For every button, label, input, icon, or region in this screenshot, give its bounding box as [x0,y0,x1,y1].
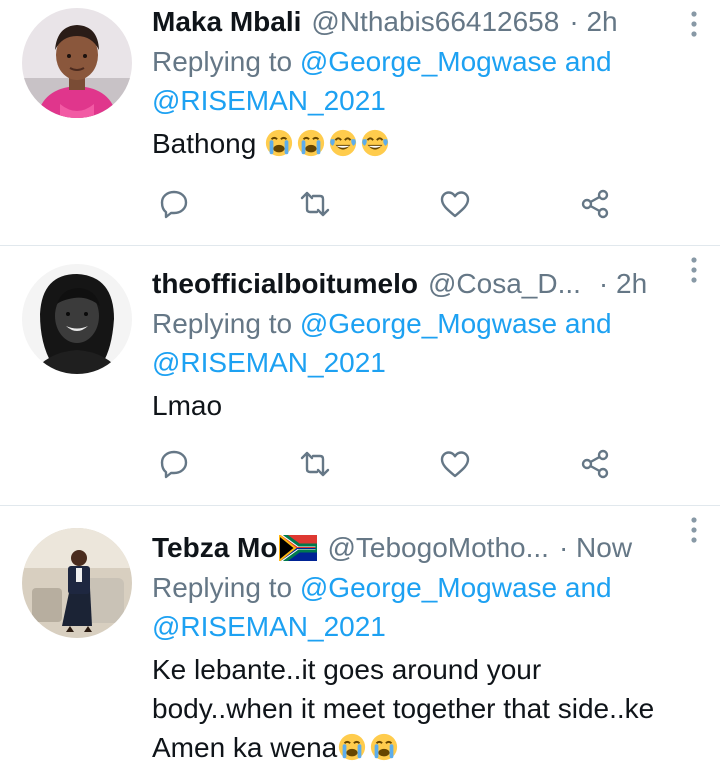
avatar-image [22,528,132,638]
mention-link[interactable]: @George_Mogwase [300,308,557,339]
tweet-text: Lmao [152,386,700,425]
reply-button[interactable] [154,184,194,224]
mention-link[interactable]: @George_Mogwase [300,572,557,603]
avatar[interactable] [22,8,132,118]
share-icon [579,448,611,480]
mention-link[interactable]: @RISEMAN_2021 [152,347,386,378]
tweet[interactable]: Maka Mbali @Nthabis66412658 · 2h Replyin… [0,0,720,246]
like-icon [439,188,471,220]
user-handle[interactable]: @Cosa_D... [428,268,581,300]
tweet-content: Maka Mbali @Nthabis66412658 · 2h Replyin… [152,2,700,163]
share-button[interactable] [575,184,615,224]
loudly-crying-face-icon [337,732,367,762]
tweet-text-line: body..when it meet together that side..k… [152,693,655,724]
like-icon [439,448,471,480]
mention-link[interactable]: @RISEMAN_2021 [152,611,386,642]
tweet-text-body: Bathong [152,128,257,159]
tweet-text-line: Ke lebante..it goes around your [152,654,542,685]
reply-icon [158,448,190,480]
mention-link[interactable]: @George_Mogwase [300,46,557,77]
retweet-button[interactable] [295,444,335,484]
reply-button[interactable] [154,444,194,484]
display-name[interactable]: Maka Mbali [152,6,301,38]
south-africa-flag-icon [279,535,318,561]
like-button[interactable] [435,444,475,484]
timestamp[interactable]: · 2h [569,6,617,38]
timestamp[interactable]: · Now [559,532,632,564]
face-with-tears-of-joy-icon [328,128,358,158]
user-handle[interactable]: @Nthabis66412658 [311,6,559,38]
like-button[interactable] [435,184,475,224]
share-button[interactable] [575,444,615,484]
tweet[interactable]: theofficialboitumelo @Cosa_D... · 2h Rep… [0,246,720,506]
mention-and[interactable]: and [565,308,612,339]
loudly-crying-face-icon [264,128,294,158]
tweet-header: theofficialboitumelo @Cosa_D... · 2h [152,264,700,304]
retweet-button[interactable] [295,184,335,224]
avatar-image [22,264,132,374]
tweet-header: Maka Mbali @Nthabis66412658 · 2h [152,2,700,42]
mention-and[interactable]: and [565,46,612,77]
display-name[interactable]: Tebza Mo [152,532,277,564]
tweet-content: theofficialboitumelo @Cosa_D... · 2h Rep… [152,264,700,425]
tweet-text: Bathong [152,124,700,163]
mention-link[interactable]: @RISEMAN_2021 [152,85,386,116]
mention-and[interactable]: and [565,572,612,603]
loudly-crying-face-icon [296,128,326,158]
tweet-text-line: Amen ka wena [152,732,338,763]
loudly-crying-face-icon [369,732,399,762]
face-with-tears-of-joy-icon [360,128,390,158]
tweet-actions [152,444,632,484]
share-icon [579,188,611,220]
display-name[interactable]: theofficialboitumelo [152,268,418,300]
avatar-image [22,8,132,118]
replying-to-label: Replying to [152,572,293,603]
avatar[interactable] [22,528,132,638]
tweet-text: Ke lebante..it goes around your body..wh… [152,650,700,767]
replying-to: Replying to @George_Mogwase and @RISEMAN… [152,42,700,120]
reply-icon [158,188,190,220]
replying-to: Replying to @George_Mogwase and @RISEMAN… [152,304,700,382]
avatar[interactable] [22,264,132,374]
retweet-icon [299,448,331,480]
retweet-icon [299,188,331,220]
tweet-content: Tebza Mo @TebogoMotho... · Now Replying … [152,528,700,767]
replying-to-label: Replying to [152,308,293,339]
replying-to: Replying to @George_Mogwase and @RISEMAN… [152,568,700,646]
tweet-header: Tebza Mo @TebogoMotho... · Now [152,528,700,568]
timeline-feed: Maka Mbali @Nthabis66412658 · 2h Replyin… [0,0,720,779]
tweet-actions [152,184,632,224]
timestamp[interactable]: · 2h [599,268,647,300]
replying-to-label: Replying to [152,46,293,77]
tweet[interactable]: Tebza Mo @TebogoMotho... · Now Replying … [0,506,720,779]
tweet-text-body: Lmao [152,390,223,421]
user-handle[interactable]: @TebogoMotho... [327,532,548,564]
